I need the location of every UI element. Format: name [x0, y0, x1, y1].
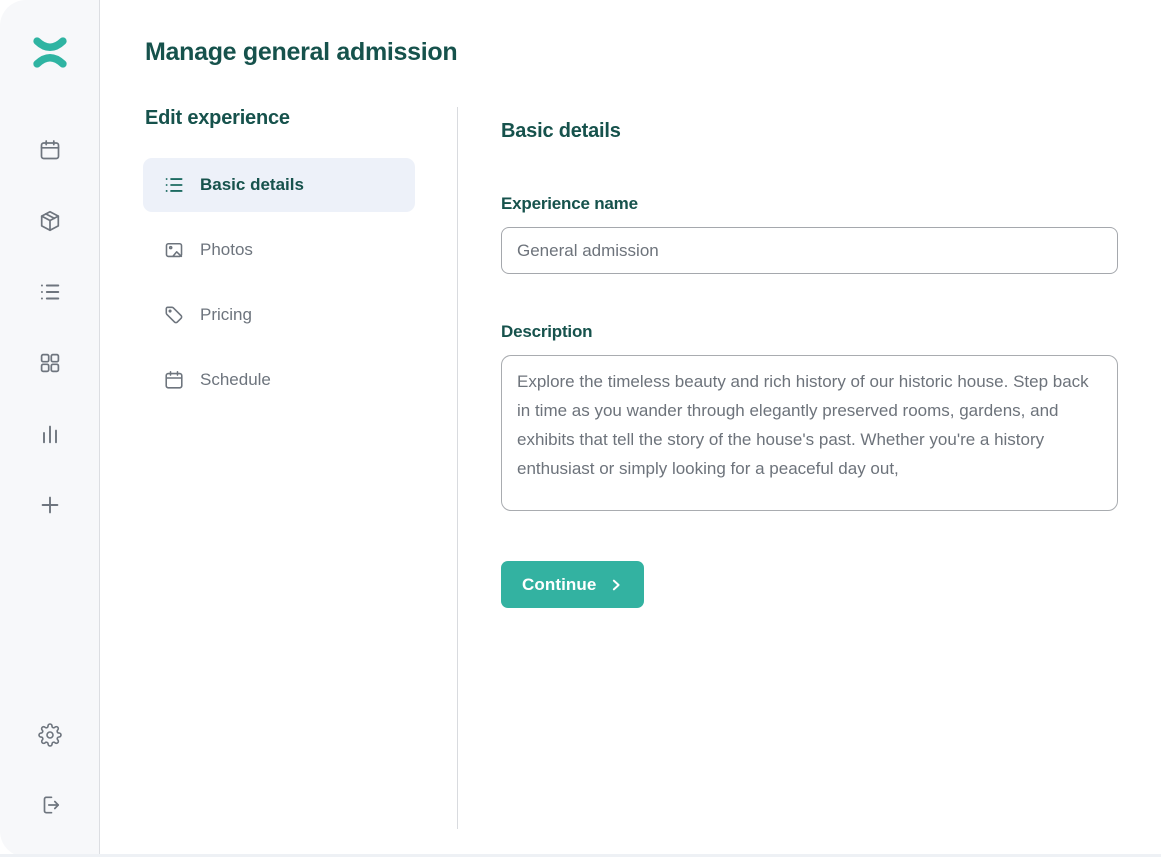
- main-content: Manage general admission Edit experience: [100, 0, 1161, 857]
- calendar-icon: [163, 369, 185, 391]
- subnav-list: Basic details Photos: [143, 158, 457, 407]
- calendar-icon: [38, 138, 62, 162]
- form-title: Basic details: [501, 120, 1118, 143]
- list-icon: [38, 280, 62, 304]
- xola-logo-icon: [32, 36, 68, 69]
- tag-icon: [163, 304, 185, 326]
- package-icon: [38, 209, 62, 233]
- subnav-item-pricing[interactable]: Pricing: [143, 288, 415, 342]
- continue-button[interactable]: Continue: [501, 561, 644, 608]
- settings-gear-icon: [38, 723, 62, 747]
- subnav-item-photos[interactable]: Photos: [143, 223, 415, 277]
- sidebar-item-reports[interactable]: [38, 422, 62, 446]
- description-field-group: Description Explore the timeless beauty …: [501, 322, 1118, 516]
- logout-icon: [38, 793, 62, 817]
- basic-details-form: Basic details Experience name Descriptio…: [501, 107, 1118, 829]
- description-label: Description: [501, 322, 1118, 342]
- subnav-item-label: Basic details: [200, 175, 304, 195]
- sidebar-item-settings[interactable]: [38, 723, 62, 747]
- subnav-item-label: Pricing: [200, 305, 252, 325]
- edit-experience-panel: Edit experience Basic details: [145, 107, 457, 829]
- sidebar-item-add[interactable]: [38, 493, 62, 517]
- bar-chart-icon: [38, 422, 62, 446]
- list-icon: [163, 174, 185, 196]
- sidebar-item-dashboard[interactable]: [38, 351, 62, 375]
- experience-name-label: Experience name: [501, 194, 1118, 214]
- chevron-right-icon: [609, 578, 623, 592]
- page-title: Manage general admission: [145, 38, 1118, 67]
- subnav-item-schedule[interactable]: Schedule: [143, 353, 415, 407]
- sidebar-item-list[interactable]: [38, 280, 62, 304]
- photo-icon: [163, 239, 185, 261]
- subnav-item-label: Schedule: [200, 370, 271, 390]
- plus-icon: [38, 493, 62, 517]
- sidebar-item-products[interactable]: [38, 209, 62, 233]
- sidebar-item-calendar[interactable]: [38, 138, 62, 162]
- grid-icon: [38, 351, 62, 375]
- sidebar-nav: [38, 138, 62, 517]
- experience-name-input[interactable]: [501, 227, 1118, 274]
- subnav-item-basic-details[interactable]: Basic details: [143, 158, 415, 212]
- continue-button-label: Continue: [522, 575, 596, 595]
- subnav-title: Edit experience: [145, 107, 457, 130]
- experience-name-field-group: Experience name: [501, 194, 1118, 274]
- sidebar-item-logout[interactable]: [38, 793, 62, 817]
- icon-sidebar: [0, 0, 100, 857]
- xola-logo[interactable]: [32, 36, 68, 74]
- subnav-item-label: Photos: [200, 240, 253, 260]
- description-textarea[interactable]: Explore the timeless beauty and rich his…: [501, 355, 1118, 511]
- vertical-divider: [457, 107, 458, 829]
- sidebar-bottom: [38, 723, 62, 817]
- content-row: Edit experience Basic details: [145, 107, 1118, 829]
- app-container: Manage general admission Edit experience: [0, 0, 1161, 857]
